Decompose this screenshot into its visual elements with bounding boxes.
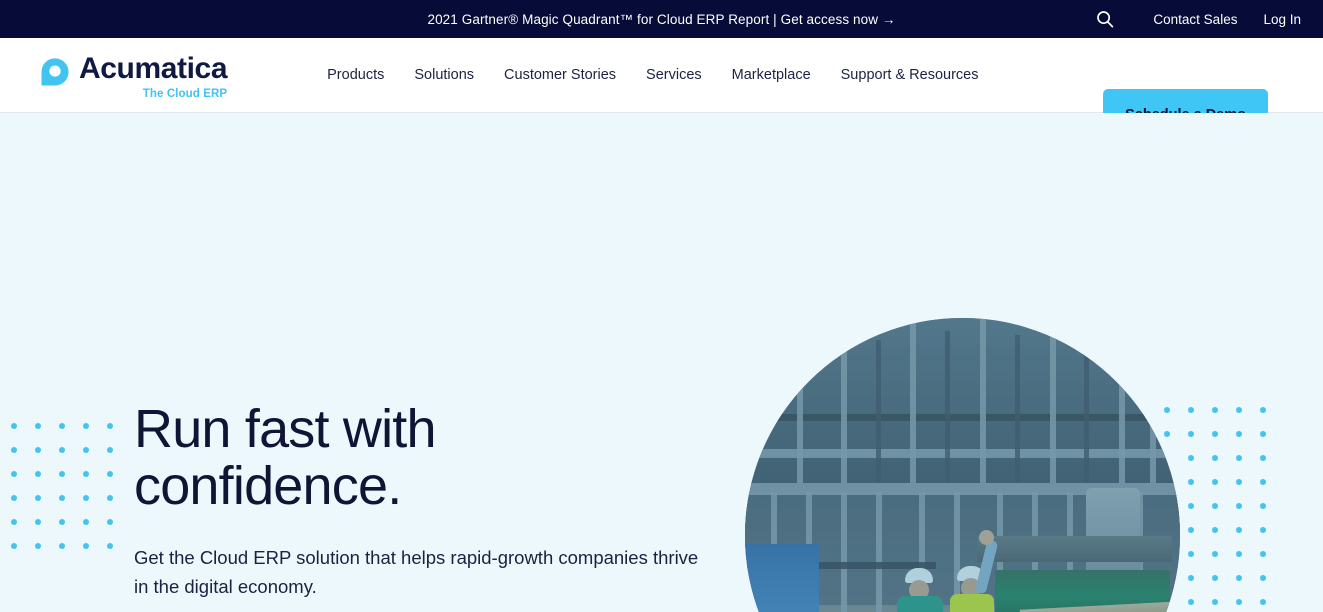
- search-icon[interactable]: [1095, 9, 1115, 29]
- nav-item-support-resources[interactable]: Support & Resources: [841, 67, 979, 83]
- hero-title-line-1: Run fast with: [134, 399, 437, 459]
- logo-text: Acumatica The Cloud ERP: [79, 52, 228, 101]
- search-icon-glyph: [1097, 11, 1114, 28]
- acumatica-droplet-icon: [41, 58, 69, 86]
- promo-banner-link[interactable]: 2021 Gartner® Magic Quadrant™ for Cloud …: [427, 12, 895, 27]
- hero-copy: Run fast with confidence. Get the Cloud …: [134, 401, 734, 612]
- acumatica-logo[interactable]: Acumatica The Cloud ERP: [40, 50, 228, 101]
- hero-subtitle: Get the Cloud ERP solution that helps ra…: [134, 547, 699, 597]
- nav-item-services[interactable]: Services: [646, 67, 702, 83]
- nav-item-solutions[interactable]: Solutions: [414, 67, 474, 83]
- hero-section: Run fast with confidence. Get the Cloud …: [0, 113, 1323, 612]
- log-in-link[interactable]: Log In: [1263, 12, 1301, 27]
- main-navigation: Products Solutions Customer Stories Serv…: [327, 67, 978, 83]
- logo-wordmark: Acumatica: [79, 52, 228, 85]
- hero-title: Run fast with confidence.: [134, 401, 734, 515]
- nav-item-customer-stories[interactable]: Customer Stories: [504, 67, 616, 83]
- nav-item-marketplace[interactable]: Marketplace: [732, 67, 811, 83]
- top-utility-right: Contact Sales Log In: [1095, 0, 1323, 38]
- contact-sales-link[interactable]: Contact Sales: [1153, 12, 1237, 27]
- top-utility-bar: 2021 Gartner® Magic Quadrant™ for Cloud …: [0, 0, 1323, 38]
- site-header: Acumatica The Cloud ERP Products Solutio…: [0, 38, 1323, 140]
- hero-image: [745, 318, 1180, 612]
- logo-tagline: The Cloud ERP: [142, 88, 228, 100]
- hero-title-line-2: confidence.: [134, 456, 402, 516]
- construction-site-photo: [745, 318, 1180, 612]
- nav-item-products[interactable]: Products: [327, 67, 384, 83]
- hero-image-circle-mask: [745, 318, 1180, 612]
